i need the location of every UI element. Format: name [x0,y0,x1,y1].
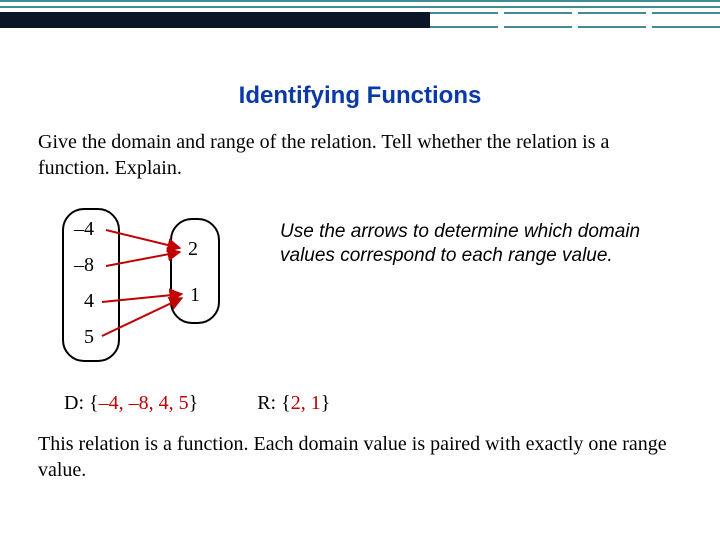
brace-close: } [321,392,331,414]
header-decoration [0,0,720,36]
slide-title: Identifying Functions [0,82,720,110]
slide: { "title": "Identifying Functions", "pro… [0,0,720,540]
mapping-diagram: –4 –8 4 5 2 1 Use the arrows to determin… [62,208,662,378]
conclusion-text: This relation is a function. Each domain… [38,432,682,483]
domain-values: –4, –8, 4, 5 [99,392,189,414]
range-value: 1 [190,284,200,307]
domain-value: –8 [74,254,94,277]
domain-value: 4 [84,290,94,313]
question-prompt: Give the domain and range of the relatio… [38,130,682,181]
domain-value: 5 [84,326,94,349]
range-value: 2 [188,238,198,261]
domain-value: –4 [74,218,94,241]
range-label: R: { [257,392,291,414]
brace-close: } [189,392,199,414]
range-container [170,218,220,324]
domain-range-answer: D: {–4, –8, 4, 5} R: {2, 1} [64,392,330,415]
domain-label: D: { [64,392,99,414]
range-values: 2, 1 [291,392,321,414]
hint-text: Use the arrows to determine which domain… [280,220,650,268]
